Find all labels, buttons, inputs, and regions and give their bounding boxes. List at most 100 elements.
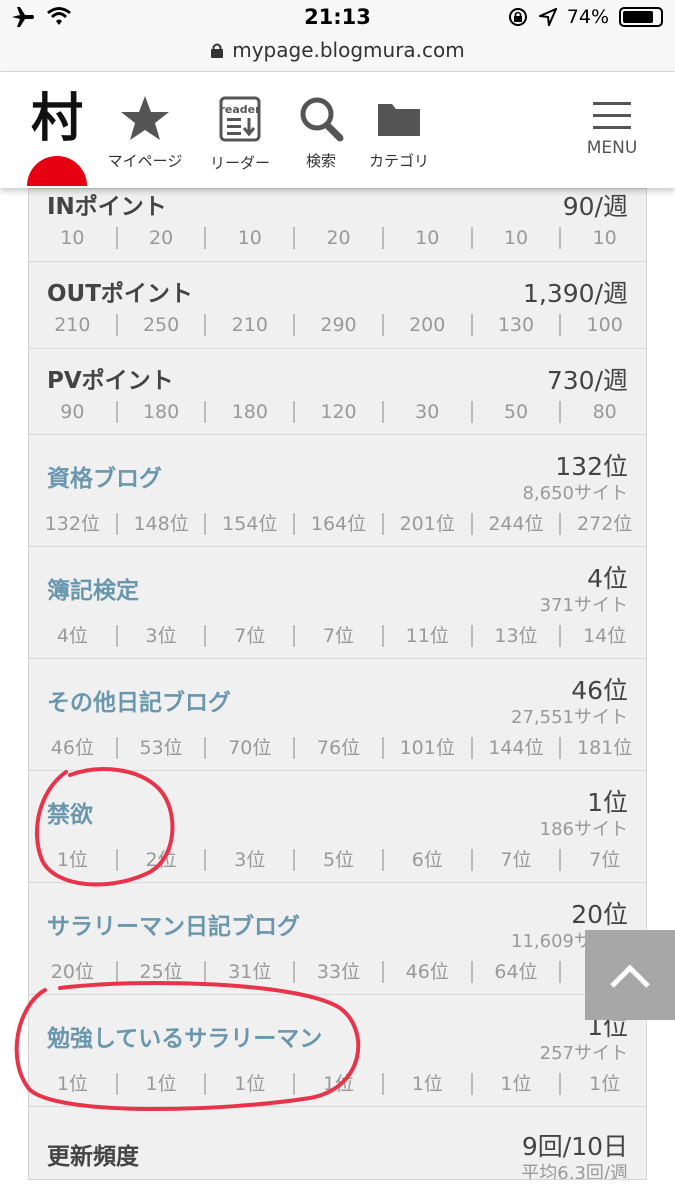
history-cell: 5位 <box>293 849 382 871</box>
star-icon <box>121 96 169 140</box>
stat-title: PVポイント <box>47 368 174 394</box>
url-text: mypage.blogmura.com <box>232 38 465 62</box>
history-cell: 46位 <box>50 737 94 759</box>
stat-value: 90/週 <box>562 192 628 221</box>
history-cell: 244位 <box>470 513 560 535</box>
chevron-up-icon <box>610 964 650 988</box>
history-cell: 3位 <box>115 625 205 647</box>
frequency-value: 9回/10日 <box>521 1132 628 1161</box>
history-cell: 76位 <box>293 737 382 759</box>
frequency-title: 更新頻度 <box>47 1144 139 1170</box>
history-cell: 6位 <box>381 849 471 871</box>
logo-text: 村 <box>30 88 83 149</box>
history-cell: 10 <box>204 227 293 249</box>
history-cell: 201位 <box>381 513 471 535</box>
ranking-row: 勉強しているサラリーマン 1位 257サイト 1位 1位 1位 1位 1位 1位… <box>29 995 646 1107</box>
nav-label-reader: リーダー <box>209 154 270 172</box>
rank-history: 132位 148位 154位 164位 201位 244位 272位 <box>29 513 646 535</box>
rank-history: 1位 2位 3位 5位 6位 7位 7位 <box>29 849 646 871</box>
history-cell: 7位 <box>470 849 560 871</box>
history-cell: 272位 <box>559 513 646 535</box>
site-logo[interactable]: 村 <box>24 88 90 186</box>
ranking-row: 資格ブログ 132位 8,650サイト 132位 148位 154位 164位 … <box>29 435 646 547</box>
category-link[interactable]: 勉強しているサラリーマン <box>47 1019 322 1053</box>
stat-title: INポイント <box>47 194 167 220</box>
history-cell: 7位 <box>293 625 382 647</box>
ranking-row: 簿記検定 4位 371サイト 4位 3位 7位 7位 11位 13位 14位 <box>29 547 646 659</box>
category-link[interactable]: 簿記検定 <box>47 571 139 605</box>
history-cell: 154位 <box>204 513 293 535</box>
site-count: 257サイト <box>539 1043 628 1064</box>
history-cell: 80 <box>559 401 646 423</box>
history-cell: 1位 <box>559 1073 646 1095</box>
history-cell: 1位 <box>293 1073 382 1095</box>
stats-panel: INポイント 90/週 10 20 10 20 10 10 10 OUTポイント… <box>28 188 647 1180</box>
status-right: 74% <box>507 6 663 28</box>
stat-history: 90 180 180 120 30 50 80 <box>29 401 646 423</box>
category-link[interactable]: 資格ブログ <box>47 459 162 493</box>
nav-label-search: 検索 <box>305 152 336 170</box>
nav-mypage[interactable]: マイページ <box>100 94 190 171</box>
history-cell: 10 <box>381 227 471 249</box>
history-cell: 290 <box>293 314 382 336</box>
battery-percent: 74% <box>566 6 609 28</box>
history-cell: 130 <box>470 314 560 336</box>
history-cell: 250 <box>115 314 205 336</box>
scroll-to-top-button[interactable] <box>585 930 675 1020</box>
frequency-row: 更新頻度 9回/10日 平均6.3回/週 <box>29 1107 646 1180</box>
history-cell: 180 <box>204 401 293 423</box>
rank-value: 46位 <box>571 676 628 705</box>
history-cell: 30 <box>381 401 471 423</box>
rank-value: 20位 <box>571 900 628 929</box>
history-cell: 1位 <box>56 849 88 871</box>
nav-reader[interactable]: reader リーダー <box>195 94 285 173</box>
site-count: 371サイト <box>539 595 628 616</box>
stat-value: 1,390/週 <box>523 279 628 308</box>
stat-history: 210 250 210 290 200 130 100 <box>29 314 646 336</box>
history-cell: 46位 <box>381 961 471 983</box>
rank-history: 1位 1位 1位 1位 1位 1位 1位 <box>29 1073 646 1095</box>
history-cell: 210 <box>54 314 91 336</box>
stat-row-in: INポイント 90/週 10 20 10 20 10 10 10 <box>29 189 646 262</box>
history-cell: 2位 <box>115 849 205 871</box>
nav-label-category: カテゴリ <box>368 152 429 170</box>
history-cell: 20 <box>115 227 205 249</box>
status-bar: 21:13 74% <box>0 0 675 38</box>
history-cell: 20位 <box>50 961 94 983</box>
rank-value: 4位 <box>587 564 628 593</box>
stat-row-pv: PVポイント 730/週 90 180 180 120 30 50 80 <box>29 349 646 435</box>
nav-category[interactable]: カテゴリ <box>354 94 444 171</box>
lock-icon <box>211 43 224 58</box>
svg-text:reader: reader <box>219 103 261 116</box>
history-cell: 1位 <box>470 1073 560 1095</box>
menu-button[interactable]: MENU <box>583 102 641 158</box>
history-cell: 64位 <box>470 961 560 983</box>
history-cell: 10 <box>60 227 85 249</box>
history-cell: 100 <box>559 314 646 336</box>
history-cell: 164位 <box>293 513 382 535</box>
stat-row-out: OUTポイント 1,390/週 210 250 210 290 200 130 … <box>29 262 646 349</box>
location-icon <box>538 8 557 26</box>
history-cell: 70位 <box>204 737 293 759</box>
stat-value: 730/週 <box>546 366 628 395</box>
menu-label: MENU <box>586 138 638 158</box>
rank-history: 4位 3位 7位 7位 11位 13位 14位 <box>29 625 646 647</box>
history-cell: 7位 <box>204 625 293 647</box>
history-cell: 50 <box>470 401 560 423</box>
category-link[interactable]: その他日記ブログ <box>47 683 231 717</box>
url-bar[interactable]: mypage.blogmura.com <box>0 38 675 72</box>
frequency-sub: 平均6.3回/週 <box>521 1163 628 1180</box>
site-header: 村 マイページ reader リーダー 検索 カテゴリ MENU <box>0 72 675 188</box>
rank-history: 20位 25位 31位 33位 46位 64位 8 <box>29 961 646 983</box>
nav-search[interactable]: 検索 <box>276 94 366 171</box>
history-cell: 200 <box>381 314 471 336</box>
history-cell: 1位 <box>204 1073 293 1095</box>
history-cell: 132位 <box>44 513 100 535</box>
ranking-row: サラリーマン日記ブログ 20位 11,609サイト 20位 25位 31位 33… <box>29 883 646 995</box>
rank-value: 1位 <box>587 788 628 817</box>
category-link[interactable]: サラリーマン日記ブログ <box>47 907 300 941</box>
ranking-row: 禁欲 1位 186サイト 1位 2位 3位 5位 6位 7位 7位 <box>29 771 646 883</box>
history-cell: 180 <box>115 401 205 423</box>
category-link[interactable]: 禁欲 <box>47 795 93 829</box>
history-cell: 1位 <box>56 1073 88 1095</box>
